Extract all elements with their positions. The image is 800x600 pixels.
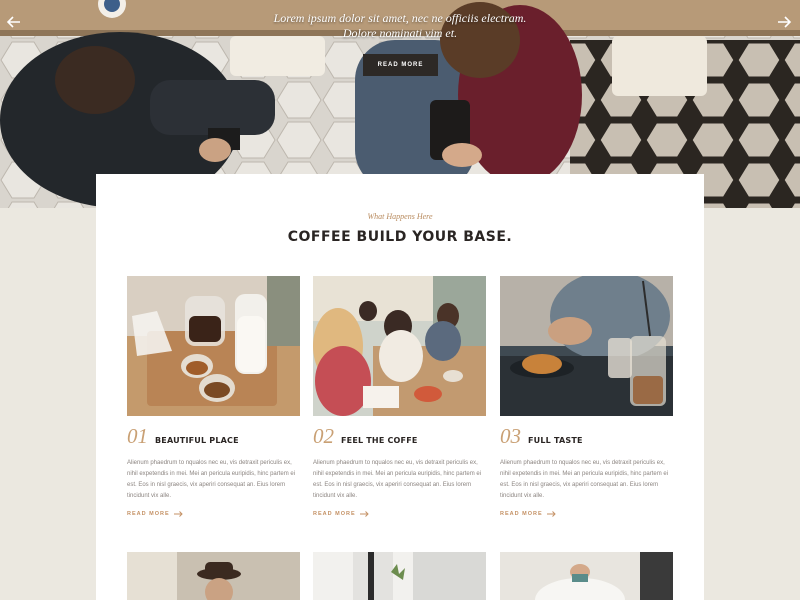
section-heading: COFFEE BUILD YOUR BASE. <box>287 229 513 245</box>
gallery-photo <box>500 552 673 600</box>
feature-photo <box>313 276 486 416</box>
feature-number: 01 <box>127 424 148 448</box>
feature-title: BEAUTIFUL PLACE <box>155 436 239 445</box>
section-eyebrow: What Happens Here <box>367 212 433 221</box>
feature-card: 03 FULL TASTE Alienum phaedrum to nqualo… <box>500 276 673 517</box>
feature-read-more-link[interactable]: READ MORE <box>500 511 673 517</box>
arrow-right-icon[interactable] <box>776 14 792 30</box>
feature-title: FULL TASTE <box>528 436 583 445</box>
hero-read-more-button[interactable]: READ MORE <box>363 54 438 76</box>
hero-tagline: Lorem ipsum dolor sit amet, nec ne offic… <box>273 11 527 25</box>
hero-subtagline: Dolore nominati vim et. <box>342 26 458 40</box>
feature-title: FEEL THE COFFE <box>341 436 418 445</box>
feature-card: 02 FEEL THE COFFE Alienum phaedrum to nq… <box>313 276 486 517</box>
gallery-photo <box>313 552 486 600</box>
read-more-label: READ MORE <box>500 511 543 517</box>
feature-body: Alienum phaedrum to nqualos nec eu, vis … <box>313 460 482 499</box>
feature-photo <box>500 276 673 416</box>
feature-read-more-link[interactable]: READ MORE <box>313 511 486 517</box>
feature-number: 02 <box>313 424 334 448</box>
read-more-label: READ MORE <box>313 511 356 517</box>
feature-number: 03 <box>500 424 521 448</box>
arrow-right-icon <box>546 511 556 517</box>
gallery-photo <box>127 552 300 600</box>
feature-card: 01 BEAUTIFUL PLACE Alienum phaedrum to n… <box>127 276 300 517</box>
feature-body: Alienum phaedrum to nqualos nec eu, vis … <box>127 460 296 499</box>
feature-body: Alienum phaedrum to nqualos nec eu, vis … <box>500 460 669 499</box>
feature-read-more-link[interactable]: READ MORE <box>127 511 300 517</box>
feature-photo <box>127 276 300 416</box>
arrow-right-icon <box>359 511 369 517</box>
arrow-right-icon <box>173 511 183 517</box>
read-more-label: READ MORE <box>127 511 170 517</box>
features-section: What Happens Here COFFEE BUILD YOUR BASE… <box>96 174 704 600</box>
arrow-left-icon[interactable] <box>6 14 22 30</box>
